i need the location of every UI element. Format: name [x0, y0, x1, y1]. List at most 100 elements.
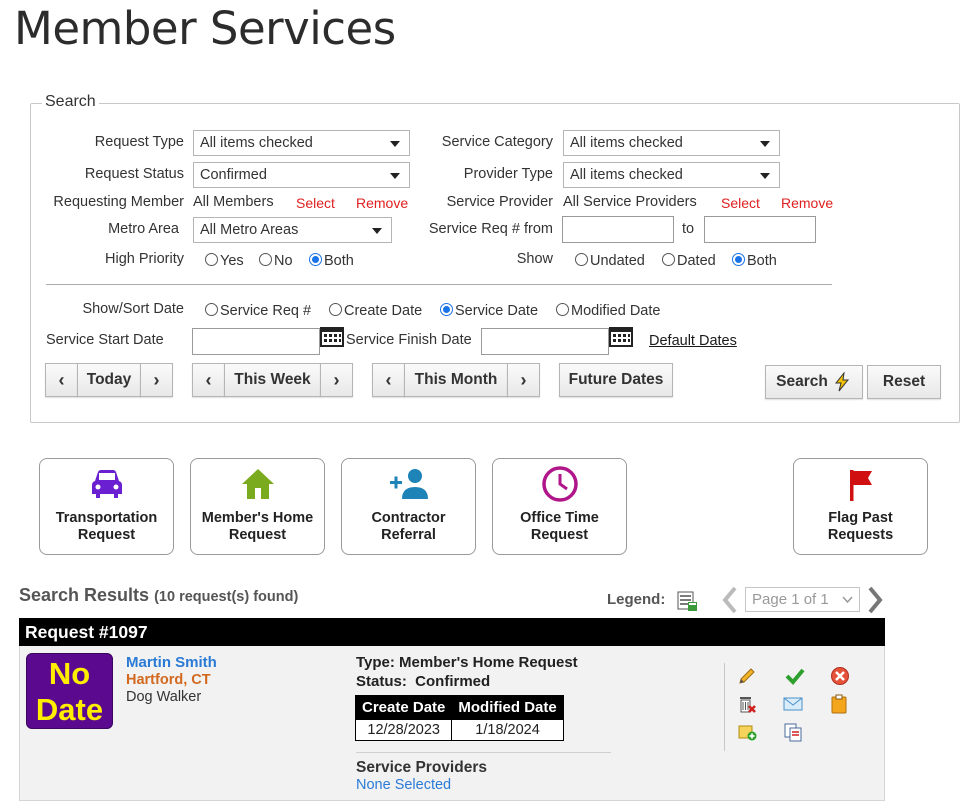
email-icon[interactable]: [783, 694, 803, 714]
office-time-request-card[interactable]: Office Time Request: [492, 458, 627, 555]
clipboard-icon[interactable]: [829, 694, 849, 714]
card-label-line: Flag Past: [828, 510, 893, 526]
card-label-line: Requests: [827, 527, 894, 543]
member-name-link[interactable]: Martin Smith: [126, 654, 217, 671]
radio-icon: [205, 253, 218, 266]
delete-trash-icon[interactable]: [737, 694, 757, 714]
contractor-referral-card[interactable]: Contractor Referral: [341, 458, 476, 555]
service-provider-label: Service Provider: [446, 194, 553, 210]
create-date-value: 12/28/2023: [354, 719, 453, 741]
requesting-member-value: All Members: [193, 194, 274, 210]
search-button[interactable]: Search: [765, 365, 863, 399]
flag-icon: [849, 470, 872, 501]
member-job: Dog Walker: [126, 689, 202, 705]
radio-icon: [329, 303, 342, 316]
this-week-button[interactable]: This Week: [224, 363, 321, 397]
future-dates-button[interactable]: Future Dates: [559, 363, 673, 397]
sort-create-date-radio[interactable]: Create Date: [329, 303, 422, 319]
default-dates-link[interactable]: Default Dates: [649, 333, 737, 349]
search-divider: [46, 284, 832, 285]
high-priority-no-radio[interactable]: No: [259, 253, 293, 269]
add-note-icon[interactable]: [737, 722, 757, 742]
search-results-title: Search Results (10 request(s) found): [19, 585, 298, 606]
chevron-down-icon: [390, 173, 400, 179]
calendar-icon[interactable]: [609, 327, 633, 347]
service-providers-divider: [356, 752, 611, 753]
radio-icon: [662, 253, 675, 266]
transportation-request-card[interactable]: Transportation Request: [39, 458, 174, 555]
page-select[interactable]: Page 1 of 1: [745, 587, 860, 612]
member-location: Hartford, CT: [126, 672, 211, 688]
house-icon: [241, 469, 274, 499]
provider-type-select[interactable]: All items checked: [563, 162, 780, 188]
prev-page-icon[interactable]: [722, 586, 738, 614]
legend-icon[interactable]: [676, 590, 698, 612]
request-status-label: Request Status: [84, 166, 184, 182]
service-category-value: All items checked: [570, 135, 683, 151]
this-month-button[interactable]: This Month: [404, 363, 508, 397]
show-undated-radio[interactable]: Undated: [575, 253, 645, 269]
metro-area-value: All Metro Areas: [200, 222, 299, 238]
request-type-select[interactable]: All items checked: [193, 130, 410, 156]
week-next-button[interactable]: ›: [320, 363, 353, 397]
service-provider-select-link[interactable]: Select: [721, 195, 760, 211]
next-page-icon[interactable]: [867, 586, 883, 614]
page-select-value: Page 1 of 1: [752, 591, 829, 608]
chevron-down-icon: [760, 141, 770, 147]
dates-table: Create Date Modified Date 12/28/2023 1/1…: [354, 695, 564, 741]
requesting-member-select-link[interactable]: Select: [296, 195, 335, 211]
service-finish-date-input[interactable]: [481, 328, 609, 355]
sort-service-date-radio[interactable]: Service Date: [440, 303, 538, 319]
requesting-member-label: Requesting Member: [53, 194, 184, 210]
metro-area-select[interactable]: All Metro Areas: [193, 217, 392, 243]
radio-label: Dated: [677, 253, 716, 269]
service-providers-none-link[interactable]: None Selected: [356, 777, 451, 793]
cancel-icon[interactable]: [830, 666, 850, 686]
legend-label: Legend:: [607, 591, 666, 608]
card-label-line: Request: [77, 527, 136, 543]
reset-button[interactable]: Reset: [867, 365, 941, 399]
lightning-icon: [834, 372, 849, 392]
show-dated-radio[interactable]: Dated: [662, 253, 716, 269]
service-req-from-label: Service Req # from: [428, 221, 553, 237]
service-start-date-input[interactable]: [192, 328, 320, 355]
week-prev-button[interactable]: ‹: [192, 363, 225, 397]
request-header[interactable]: Request #1097: [19, 618, 885, 646]
service-req-to-input[interactable]: [704, 216, 816, 243]
radio-label: Both: [747, 253, 777, 269]
add-person-icon: [389, 469, 428, 499]
today-button[interactable]: Today: [77, 363, 141, 397]
flag-past-requests-card[interactable]: Flag Past Requests: [793, 458, 928, 555]
request-type-text: Type: Member's Home Request: [356, 654, 578, 671]
checkmark-icon[interactable]: [785, 666, 805, 686]
metro-area-label: Metro Area: [108, 221, 179, 237]
high-priority-yes-radio[interactable]: Yes: [205, 253, 244, 269]
requesting-member-remove-link[interactable]: Remove: [356, 195, 408, 211]
radio-icon: [259, 253, 272, 266]
card-label-line: Request: [530, 527, 589, 543]
edit-pencil-icon[interactable]: [737, 666, 757, 686]
service-category-select[interactable]: All items checked: [563, 130, 780, 156]
month-prev-button[interactable]: ‹: [372, 363, 405, 397]
today-prev-button[interactable]: ‹: [45, 363, 78, 397]
service-req-to-label: to: [682, 221, 695, 237]
today-next-button[interactable]: ›: [140, 363, 173, 397]
service-provider-remove-link[interactable]: Remove: [781, 195, 833, 211]
clock-icon: [541, 466, 578, 502]
members-home-request-card[interactable]: Member's Home Request: [190, 458, 325, 555]
search-legend: Search: [42, 93, 99, 111]
calendar-icon[interactable]: [320, 327, 344, 347]
sort-modified-date-radio[interactable]: Modified Date: [556, 303, 660, 319]
high-priority-both-radio[interactable]: Both: [309, 253, 354, 269]
chevron-down-icon: [760, 173, 770, 179]
copy-request-icon[interactable]: [783, 722, 803, 742]
sort-service-req-radio[interactable]: Service Req #: [205, 303, 311, 319]
chevron-left-icon: ‹: [58, 369, 65, 390]
car-icon: [91, 470, 122, 498]
show-both-radio[interactable]: Both: [732, 253, 777, 269]
card-label-line: Transportation: [55, 510, 158, 526]
service-req-from-input[interactable]: [562, 216, 674, 243]
request-status-select[interactable]: Confirmed: [193, 162, 410, 188]
radio-checked-icon: [440, 303, 453, 316]
month-next-button[interactable]: ›: [507, 363, 540, 397]
